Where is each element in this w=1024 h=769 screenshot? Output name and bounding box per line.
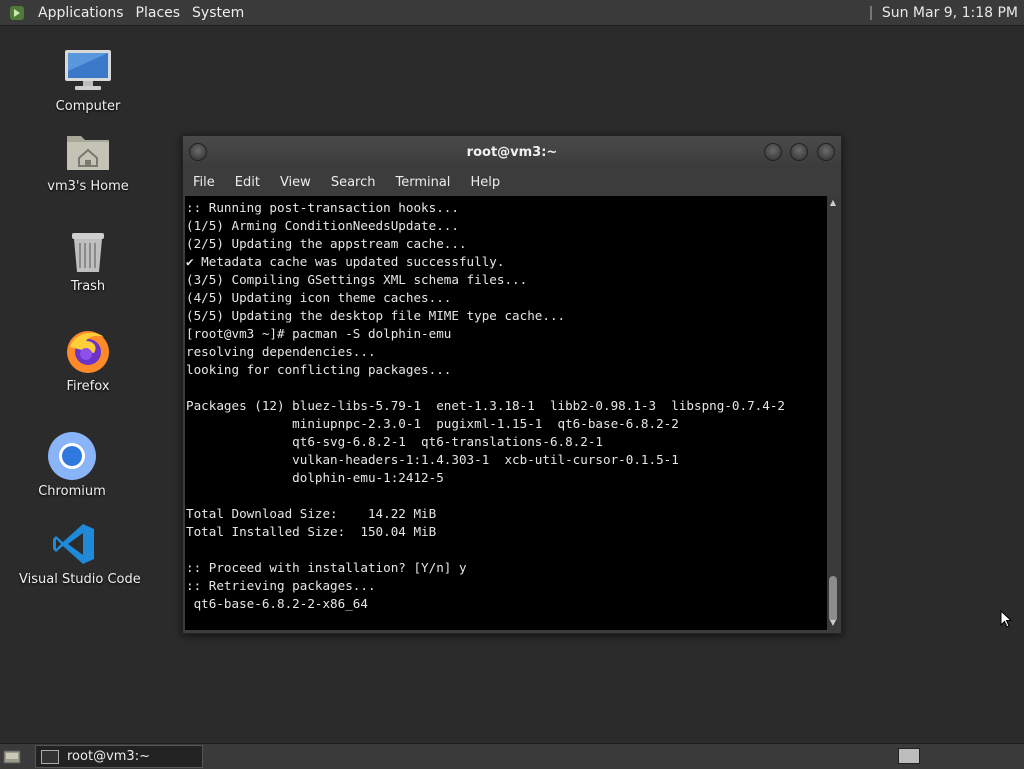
terminal-menubar: File Edit View Search Terminal Help	[183, 168, 841, 196]
computer-icon	[62, 45, 114, 97]
scroll-down-arrow-icon[interactable]: ▼	[828, 618, 838, 628]
terminal-scrollbar[interactable]: ▲ ▼	[827, 196, 839, 630]
desktop-icon-label: Trash	[70, 279, 106, 294]
firefox-icon	[62, 325, 114, 377]
terminal-icon	[41, 749, 59, 764]
desktop-icon-label: vm3's Home	[47, 179, 129, 194]
desktop-icon-label: Firefox	[66, 379, 110, 394]
window-menu-button[interactable]	[189, 143, 207, 161]
top-panel: Applications Places System Sun Mar 9, 1:…	[0, 0, 1024, 26]
show-desktop-button[interactable]	[1, 747, 23, 767]
menu-view[interactable]: View	[270, 175, 321, 190]
menu-terminal[interactable]: Terminal	[385, 175, 460, 190]
desktop-icon-trash[interactable]: Trash	[33, 225, 143, 294]
bottom-panel: root@vm3:~	[0, 743, 1024, 769]
terminal-output-area[interactable]: :: Running post-transaction hooks... (1/…	[185, 196, 827, 630]
desktop-icon-vscode[interactable]: Visual Studio Code	[19, 518, 141, 587]
distro-logo-icon[interactable]	[8, 4, 26, 22]
maximize-button[interactable]	[790, 143, 808, 161]
menu-help[interactable]: Help	[460, 175, 510, 190]
system-menu[interactable]: System	[186, 5, 250, 21]
places-menu[interactable]: Places	[130, 5, 187, 21]
terminal-output: :: Running post-transaction hooks... (1/…	[186, 200, 785, 611]
menu-file[interactable]: File	[183, 175, 225, 190]
panel-separator	[869, 5, 872, 20]
home-folder-icon	[62, 125, 114, 177]
scroll-up-arrow-icon[interactable]: ▲	[828, 198, 838, 208]
vscode-icon	[48, 518, 100, 570]
mouse-cursor-icon	[1000, 609, 1013, 632]
desktop-icon-chromium[interactable]: Chromium	[17, 430, 127, 499]
trash-icon	[62, 225, 114, 277]
terminal-window[interactable]: root@vm3:~ File Edit View Search Termina…	[182, 135, 842, 634]
desktop-icon-label: Chromium	[38, 484, 106, 499]
workspace-switcher[interactable]	[898, 748, 920, 764]
desktop-icon-computer[interactable]: Computer	[33, 45, 143, 114]
close-button[interactable]	[817, 143, 835, 161]
minimize-button[interactable]	[764, 143, 782, 161]
taskbar-button-terminal[interactable]: root@vm3:~	[35, 745, 203, 768]
taskbar-button-label: root@vm3:~	[67, 749, 150, 764]
desktop-icon-home[interactable]: vm3's Home	[33, 125, 143, 194]
menu-search[interactable]: Search	[321, 175, 386, 190]
chromium-icon	[46, 430, 98, 482]
window-titlebar[interactable]: root@vm3:~	[183, 136, 841, 168]
window-title: root@vm3:~	[466, 144, 558, 160]
scrollbar-thumb[interactable]	[829, 576, 837, 622]
menu-edit[interactable]: Edit	[225, 175, 270, 190]
desktop-icon-label: Visual Studio Code	[19, 572, 141, 587]
clock[interactable]: Sun Mar 9, 1:18 PM	[882, 5, 1018, 21]
desktop-icon-firefox[interactable]: Firefox	[33, 325, 143, 394]
desktop-icon-label: Computer	[55, 99, 121, 114]
applications-menu[interactable]: Applications	[32, 5, 130, 21]
